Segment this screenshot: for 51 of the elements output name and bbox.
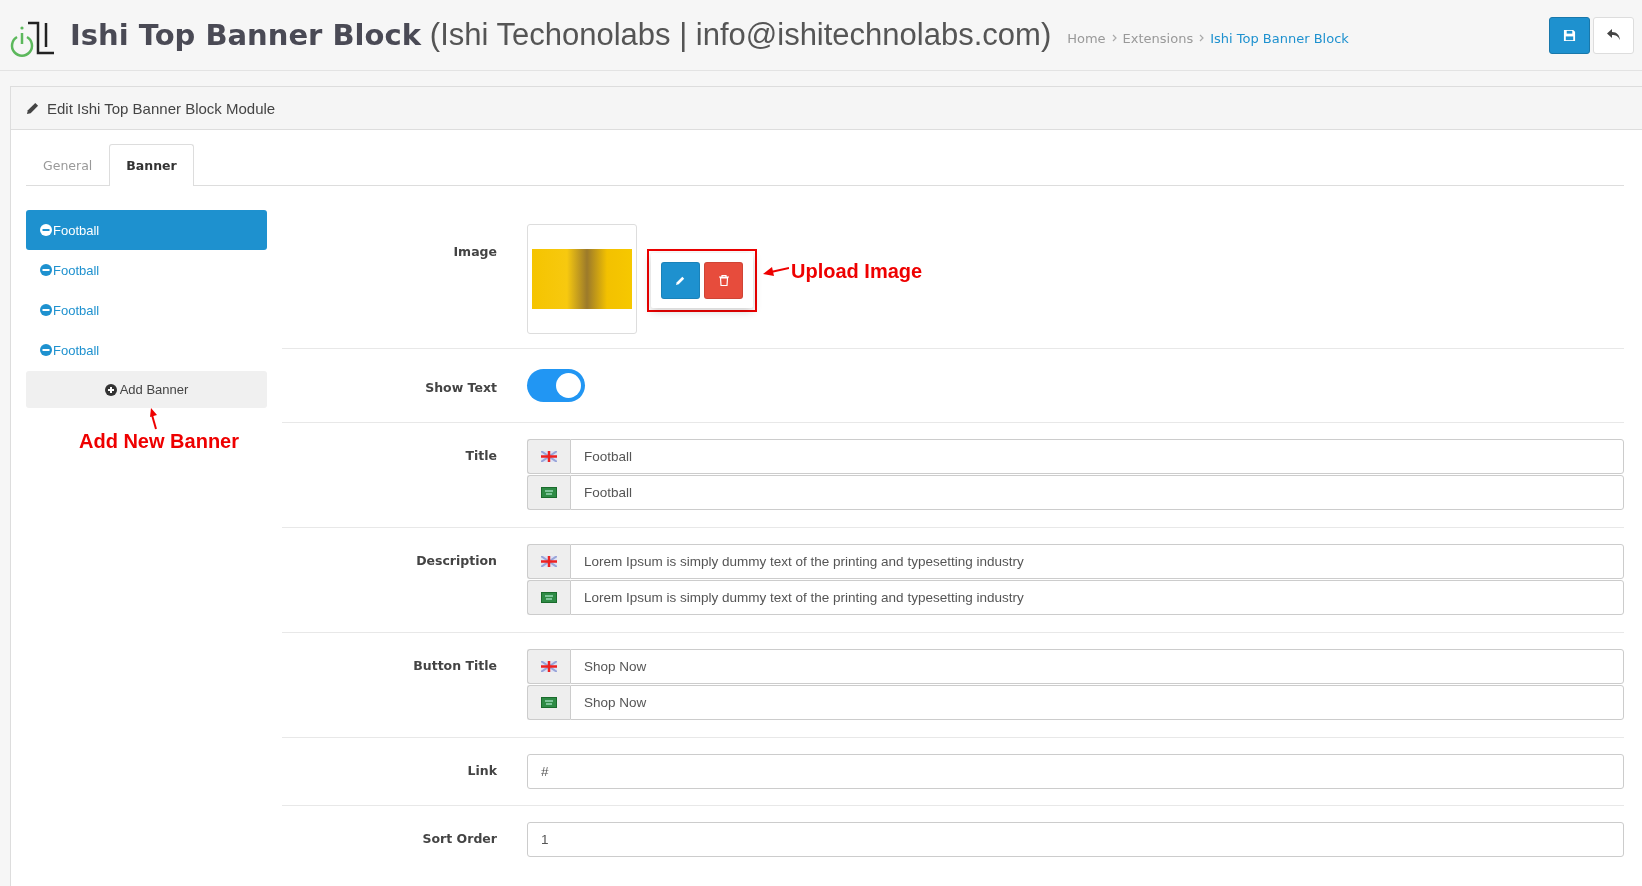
annotation-arrow-icon: [763, 264, 789, 278]
field-label: Button Title: [412, 657, 498, 675]
toggle-switch[interactable]: [527, 369, 585, 402]
flag-icon: [541, 592, 557, 603]
pencil-icon: [26, 101, 39, 115]
text-input[interactable]: Shop Now: [570, 649, 1624, 684]
field-label: Show Text: [424, 379, 498, 397]
delete-button[interactable]: [704, 261, 743, 299]
minus-circle-icon[interactable]: [40, 224, 52, 236]
text-input[interactable]: #: [527, 754, 1624, 789]
add-banner-button[interactable]: Add Banner: [26, 371, 267, 408]
flag-icon: [541, 556, 557, 567]
banner-list-item[interactable]: Football: [26, 290, 267, 330]
save-button[interactable]: [1549, 16, 1590, 54]
field-label: Description: [415, 552, 498, 570]
page-title: Ishi Top Banner Block: [70, 18, 421, 52]
trash-icon: [718, 274, 729, 286]
flag-icon: [541, 661, 557, 672]
edit-button[interactable]: [661, 261, 700, 299]
minus-circle-icon[interactable]: [40, 304, 52, 316]
banner-list-item[interactable]: Football: [26, 250, 267, 290]
flag-icon: [541, 487, 557, 498]
back-button[interactable]: [1593, 16, 1634, 54]
annotation-text: Add New Banner: [79, 430, 239, 453]
text-input[interactable]: Shop Now: [570, 685, 1624, 720]
tab[interactable]: Banner: [109, 144, 194, 186]
minus-circle-icon[interactable]: [40, 344, 52, 356]
panel-title: Edit Ishi Top Banner Block Module: [47, 99, 276, 117]
chevron-icon: [1111, 34, 1117, 42]
field-label: Title: [464, 447, 498, 465]
text-input[interactable]: Lorem Ipsum is simply dummy text of the printing and typesetting industry: [570, 580, 1624, 615]
text-input[interactable]: Football: [570, 475, 1624, 510]
image-thumbnail[interactable]: [527, 224, 637, 334]
text-input[interactable]: Lorem Ipsum is simply dummy text of the printing and typesetting industry: [570, 544, 1624, 579]
field-label: Link: [466, 762, 498, 780]
flag-icon: [541, 697, 557, 708]
minus-circle-icon[interactable]: [40, 264, 52, 276]
banner-list-item[interactable]: Football: [26, 330, 267, 370]
pencil-icon: [675, 274, 686, 286]
field-label: Sort Order: [421, 830, 498, 848]
banner-list-item[interactable]: Football: [26, 210, 267, 250]
annotation-text: Upload Image: [791, 259, 923, 283]
text-input[interactable]: 1: [527, 822, 1624, 857]
page-subtitle: (Ishi Techonolabs | info@ishitechnolabs.com): [429, 17, 1052, 52]
plus-circle-icon: [104, 383, 117, 396]
reply-arrow-icon: [1606, 29, 1621, 41]
annotation-arrow-icon: [148, 408, 160, 430]
text-input[interactable]: Football: [570, 439, 1624, 474]
chevron-icon: [1199, 34, 1205, 42]
field-label: Image: [452, 243, 498, 261]
flag-icon: [541, 451, 557, 462]
